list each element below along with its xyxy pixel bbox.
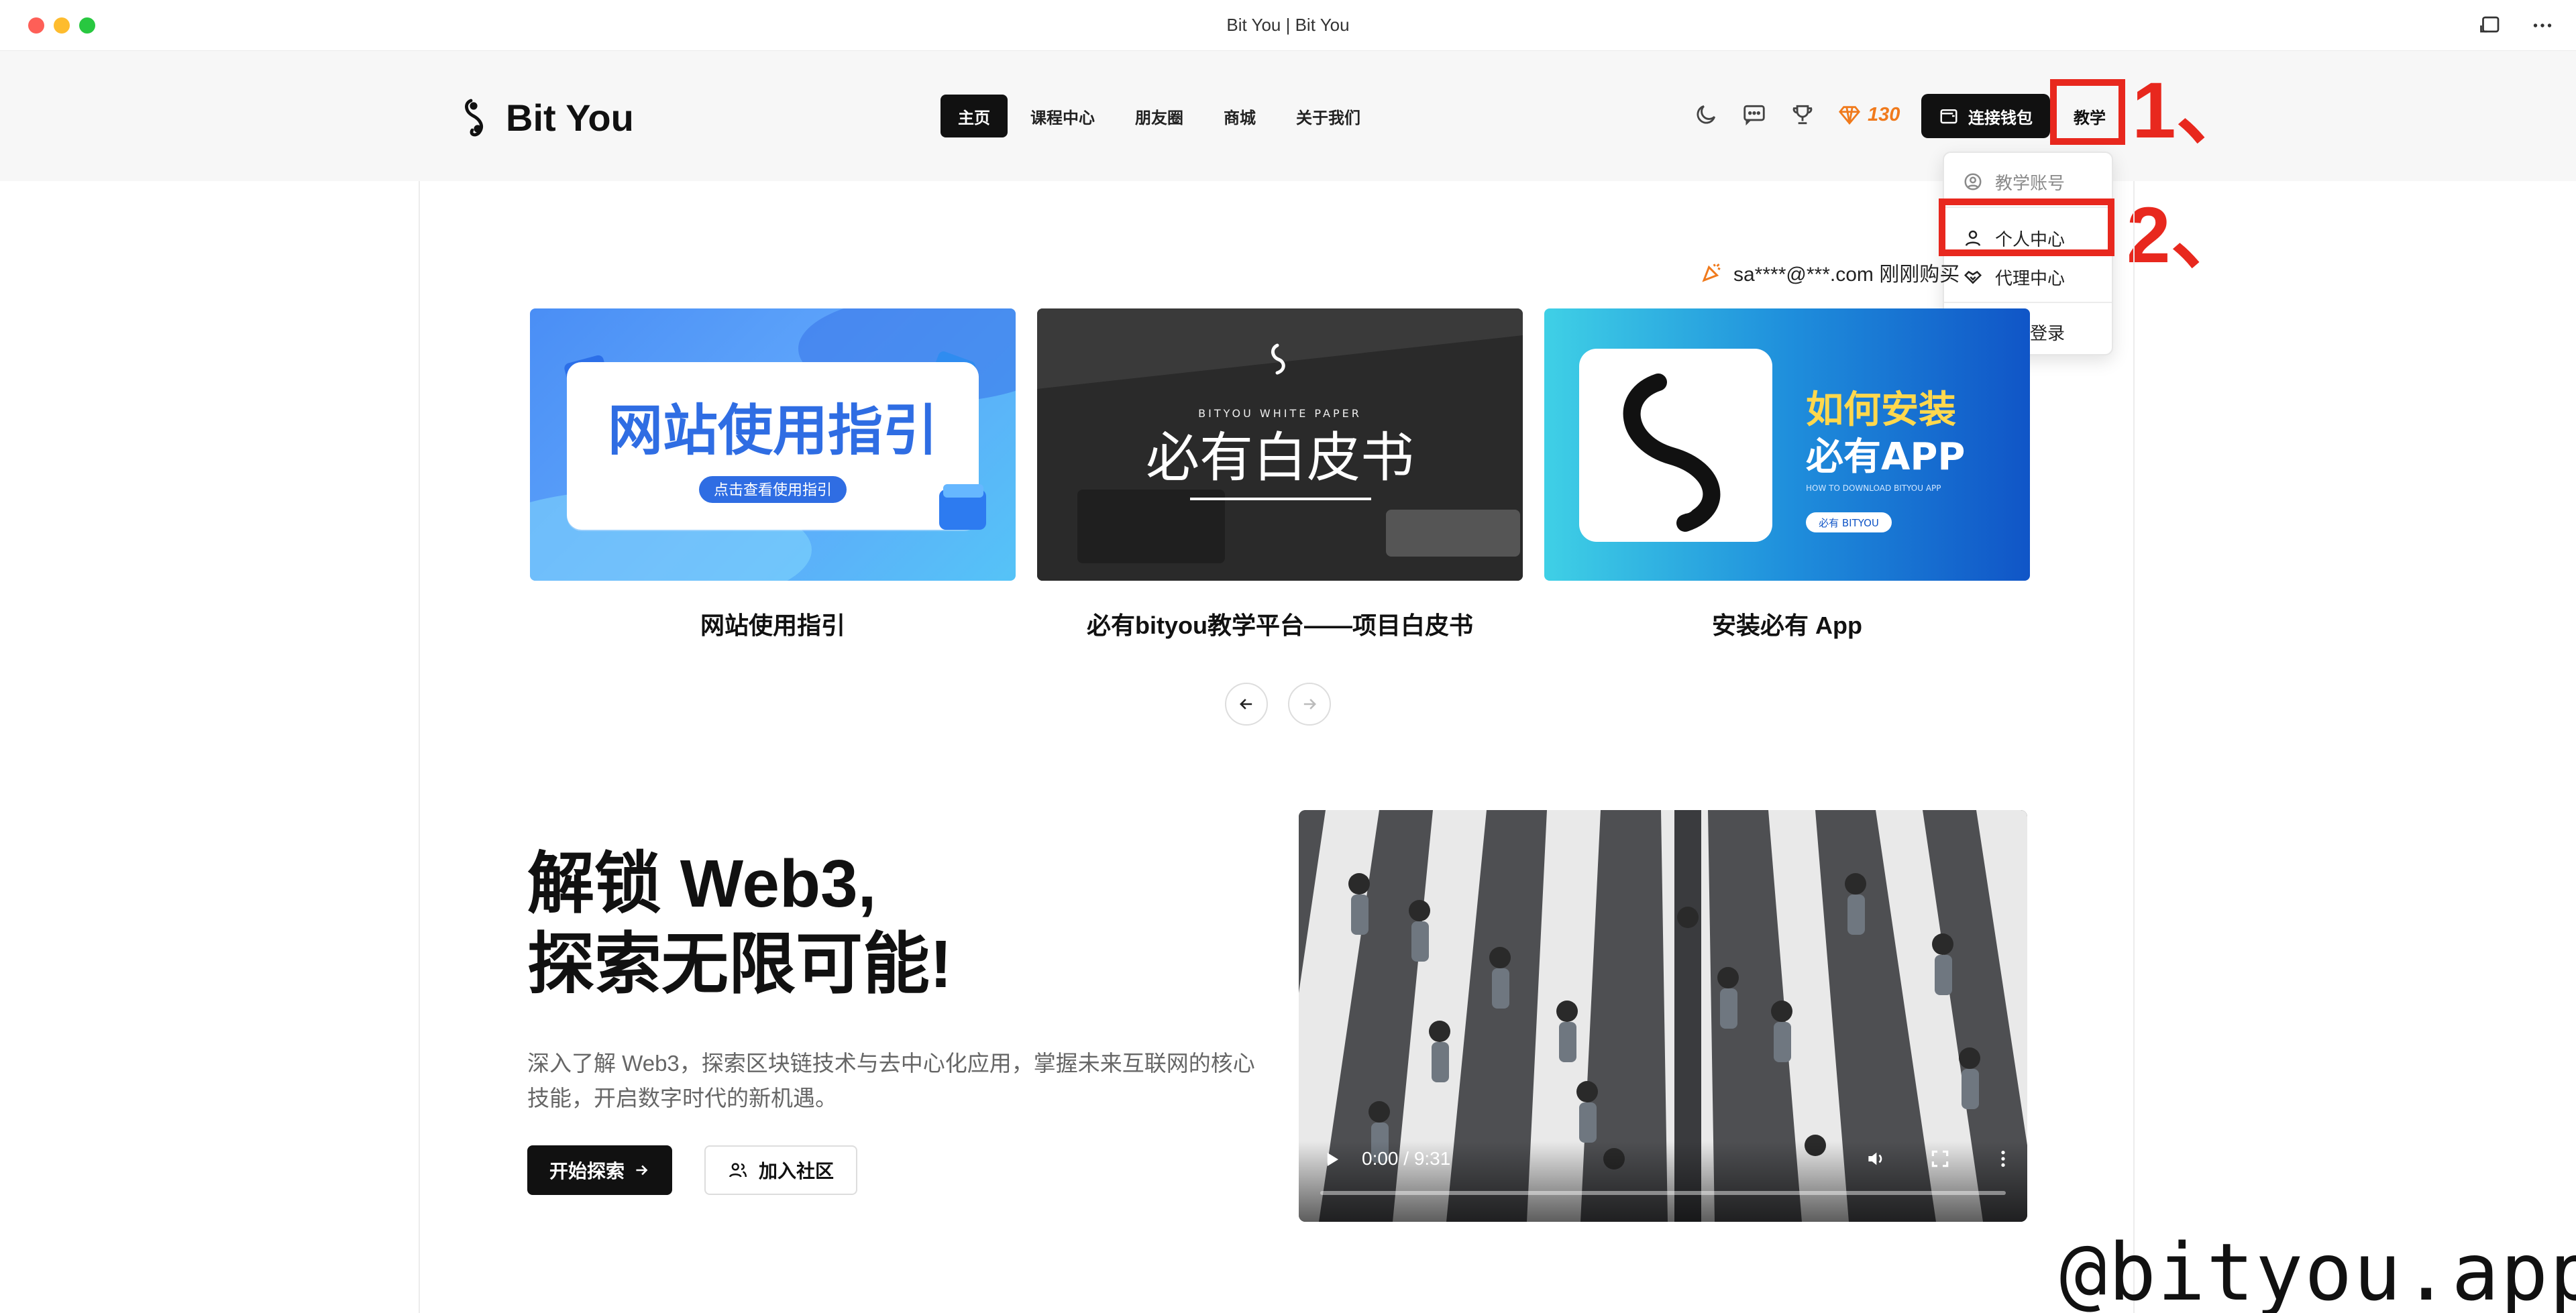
points-badge[interactable]: 130 bbox=[1838, 103, 1900, 126]
app-art-title1: 如何安装 bbox=[1806, 388, 1956, 432]
step1-highlight-box bbox=[2050, 79, 2125, 145]
volume-icon[interactable] bbox=[1865, 1148, 1886, 1169]
points-value: 130 bbox=[1868, 103, 1900, 125]
whitepaper-banner-art: BITYOU WHITE PAPER 必有白皮书 bbox=[1037, 308, 1523, 581]
window-title: Bit You | Bit You bbox=[1226, 15, 1350, 35]
fullscreen-icon[interactable] bbox=[1929, 1148, 1951, 1169]
window-titlebar: Bit You | Bit You bbox=[0, 0, 2576, 51]
start-explore-label: 开始探索 bbox=[549, 1161, 625, 1182]
start-explore-button[interactable]: 开始探索 bbox=[527, 1145, 672, 1195]
hero-title-line2: 探索无限可能! bbox=[527, 927, 953, 1002]
video-controls: 0:00 / 9:31 bbox=[1299, 1141, 2027, 1222]
join-community-label: 加入社区 bbox=[758, 1161, 834, 1182]
logo-icon bbox=[465, 99, 483, 137]
purchase-notice: sa****@***.com 刚刚购买 bbox=[1700, 258, 1982, 287]
dropdown-label: 教学账号 bbox=[1995, 172, 2065, 193]
party-icon bbox=[1702, 263, 1721, 282]
more-icon[interactable] bbox=[2530, 13, 2555, 38]
connect-wallet-button[interactable]: 连接钱包 bbox=[1921, 94, 2050, 138]
play-icon[interactable] bbox=[1322, 1149, 1342, 1169]
card-caption: 网站使用指引 bbox=[700, 612, 845, 639]
app-art-tag: 必有 BITYOU bbox=[1819, 517, 1879, 529]
step2-highlight-box bbox=[1939, 198, 2114, 256]
logo[interactable]: Bit You bbox=[463, 94, 634, 141]
carousel-card-app[interactable]: 如何安装 必有APP HOW TO DOWNLOAD BITYOU APP 必有… bbox=[1544, 308, 2030, 581]
carousel-card-whitepaper[interactable]: BITYOU WHITE PAPER 必有白皮书 bbox=[1037, 308, 1523, 581]
nav-courses[interactable]: 课程中心 bbox=[1013, 95, 1112, 137]
nav-moments[interactable]: 朋友圈 bbox=[1118, 95, 1201, 137]
users-icon bbox=[729, 1163, 747, 1178]
card-caption: 必有bityou教学平台——项目白皮书 bbox=[1087, 612, 1473, 639]
main-nav: 主页 课程中心 朋友圈 商城 关于我们 bbox=[941, 95, 1378, 137]
video-time: 0:00 / 9:31 bbox=[1362, 1148, 1451, 1169]
video-player[interactable]: 0:00 / 9:31 bbox=[1299, 810, 2027, 1222]
whitepaper-art-title: 必有白皮书 bbox=[1146, 426, 1414, 489]
step2-label: 2、 bbox=[2127, 191, 2250, 280]
hero-description: 深入了解 Web3，探索区块链技术与去中心化应用，掌握未来互联网的核心技能，开启… bbox=[527, 1051, 1255, 1110]
arrow-right-icon bbox=[1303, 699, 1316, 709]
guide-art-title: 网站使用指引 bbox=[608, 399, 938, 463]
nav-home[interactable]: 主页 bbox=[941, 95, 1008, 137]
app-art-title2: 必有APP bbox=[1806, 435, 1965, 479]
card-caption: 安装必有 App bbox=[1712, 612, 1862, 639]
more-vertical-icon[interactable] bbox=[1992, 1148, 2014, 1169]
nav-shop[interactable]: 商城 bbox=[1206, 95, 1273, 137]
carousel-prev-button[interactable] bbox=[1225, 683, 1268, 726]
watermark: @bityou.app bbox=[2059, 1226, 2576, 1313]
carousel-next-button[interactable] bbox=[1288, 683, 1331, 726]
app-banner-art: 如何安装 必有APP HOW TO DOWNLOAD BITYOU APP 必有… bbox=[1579, 349, 1965, 542]
guide-art-subtitle: 点击查看使用指引 bbox=[714, 482, 832, 499]
arrow-right-icon bbox=[636, 1165, 648, 1176]
connect-wallet-label: 连接钱包 bbox=[1968, 109, 2033, 127]
guide-banner-art: 网站使用指引 点击查看使用指引 bbox=[530, 308, 1016, 581]
cast-icon[interactable] bbox=[2478, 13, 2502, 38]
wallet-icon bbox=[1940, 109, 1957, 124]
whitepaper-art-small: BITYOU WHITE PAPER bbox=[1198, 407, 1362, 420]
nav-about[interactable]: 关于我们 bbox=[1279, 95, 1378, 137]
content-border-left bbox=[419, 181, 420, 1313]
diamond-icon bbox=[1839, 106, 1860, 125]
logo-text: Bit You bbox=[506, 96, 634, 139]
hero-title-line1: 解锁 Web3, bbox=[527, 846, 877, 921]
video-progress-bar[interactable] bbox=[1320, 1191, 2006, 1195]
join-community-button[interactable]: 加入社区 bbox=[704, 1145, 857, 1195]
hero-title: 解锁 Web3, 探索无限可能! bbox=[527, 844, 952, 1005]
dropdown-divider bbox=[1944, 302, 2112, 303]
dropdown-label: 代理中心 bbox=[1995, 268, 2065, 288]
content-border-right bbox=[2133, 181, 2135, 1313]
notice-text: sa****@***.com 刚刚购买 bbox=[1733, 264, 1960, 286]
app-art-small: HOW TO DOWNLOAD BITYOU APP bbox=[1806, 483, 1941, 493]
carousel-card-guide[interactable]: 网站使用指引 点击查看使用指引 bbox=[530, 308, 1016, 581]
step1-label: 1、 bbox=[2132, 66, 2255, 155]
message-icon[interactable] bbox=[1741, 102, 1767, 127]
header-icons bbox=[1693, 102, 1815, 127]
trophy-icon[interactable] bbox=[1790, 102, 1815, 127]
arrow-left-icon bbox=[1240, 699, 1252, 709]
dark-mode-icon[interactable] bbox=[1693, 102, 1719, 127]
user-circle-icon bbox=[1964, 173, 1982, 190]
